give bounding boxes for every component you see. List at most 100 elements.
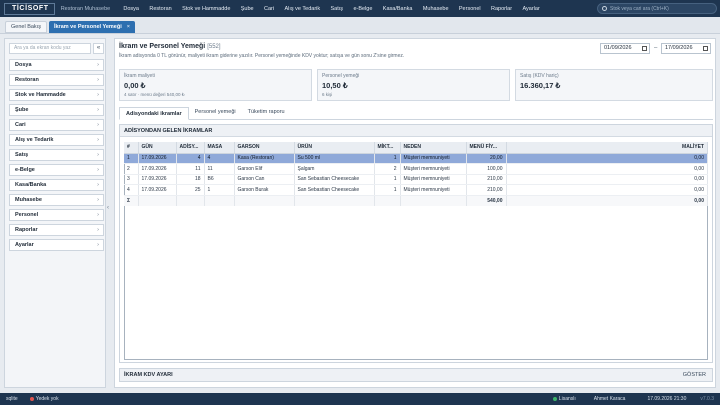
card-value: 10,50 ₺ — [322, 81, 348, 90]
menu-sube[interactable]: Şube — [236, 6, 259, 12]
subtab-personel-yemegi[interactable]: Personel yemeği — [189, 106, 242, 119]
menu-stok[interactable]: Stok ve Hammadde — [177, 6, 236, 12]
menu-kasa[interactable]: Kasa/Banka — [378, 6, 418, 12]
close-icon[interactable]: × — [127, 24, 130, 30]
sidebar-search-input[interactable]: Ara ya da ekran kodu yaz — [9, 43, 91, 54]
global-search-input[interactable]: Stok veya cari ara (Ctrl+K) — [597, 3, 717, 14]
chevron-right-icon: › — [97, 77, 99, 83]
subtab-adisyon-ikramlar[interactable]: Adisyondaki ikramlar — [119, 107, 189, 120]
chevron-right-icon: › — [97, 92, 99, 98]
main-content: İkram ve Personel Yemeği [552] İkram adi… — [114, 38, 716, 388]
sidebar-item-label: e-Belge — [15, 167, 35, 173]
card-label: Satış (KDV hariç) — [520, 73, 559, 79]
kdv-settings-bar[interactable]: İKRAM KDV AYARI GÖSTER — [119, 368, 713, 382]
tab-label: Genel Bakış — [11, 24, 41, 30]
cell-maliyet: 0,00 — [506, 174, 708, 185]
table-row[interactable]: 3 17.09.2026 18 B6 Garson Can San Sebast… — [124, 174, 708, 185]
cell-neden: Müşteri memnuniyeti — [400, 153, 467, 164]
card-label: İkram maliyeti — [124, 73, 155, 79]
cell-masa: B6 — [204, 174, 235, 185]
col-garson[interactable]: GARSON — [234, 142, 295, 154]
menu-personel[interactable]: Personel — [454, 6, 486, 12]
sidebar-item-dosya[interactable]: Dosya › — [9, 59, 104, 71]
col-neden[interactable]: NEDEN — [400, 142, 467, 154]
cell-adisyon: 11 — [176, 163, 205, 175]
total-empty — [294, 194, 375, 206]
chevron-right-icon: › — [97, 167, 99, 173]
col-miktar[interactable]: MİKT... — [374, 142, 401, 154]
cell-maliyet: 0,00 — [506, 153, 708, 164]
sidebar-item-ebelge[interactable]: e-Belge › — [9, 164, 104, 176]
col-adisyon[interactable]: ADİSY... — [176, 142, 205, 154]
calendar-icon[interactable] — [703, 46, 708, 51]
panel-title: ADİSYONDAN GELEN İKRAMLAR — [120, 125, 712, 137]
chevron-right-icon: › — [97, 227, 99, 233]
calendar-icon[interactable] — [642, 46, 647, 51]
chevron-right-icon: › — [97, 212, 99, 218]
date-from-input[interactable]: 01/09/2026 — [600, 43, 650, 54]
kdv-title: İKRAM KDV AYARI — [124, 372, 173, 378]
col-urun[interactable]: ÜRÜN — [294, 142, 375, 154]
menu-restoran[interactable]: Restoran — [144, 6, 177, 12]
col-masa[interactable]: MASA — [204, 142, 235, 154]
menu-ayarlar[interactable]: Ayarlar — [517, 6, 545, 12]
sidebar-item-label: Şube — [15, 107, 29, 113]
date-to-input[interactable]: 17/09/2026 — [661, 43, 711, 54]
sidebar-item-label: Muhasebe — [15, 197, 42, 203]
tab-genel-bakis[interactable]: Genel Bakış — [5, 21, 47, 33]
menu-alis[interactable]: Alış ve Tedarik — [279, 6, 325, 12]
col-gun[interactable]: GÜN — [138, 142, 177, 154]
document-tabs: Genel Bakış İkram ve Personel Yemeği × — [0, 17, 720, 34]
sidebar-item-label: Restoran — [15, 77, 39, 83]
cell-miktar: 1 — [374, 184, 401, 196]
sidebar-item-label: Personel — [15, 212, 39, 218]
chevron-right-icon: › — [97, 242, 99, 248]
menu-raporlar[interactable]: Raporlar — [486, 6, 517, 12]
cell-garson: Garson Can — [234, 174, 295, 185]
chevron-right-icon: › — [97, 137, 99, 143]
screen-code: [552] — [207, 44, 221, 50]
cell-adisyon: 18 — [176, 174, 205, 185]
chevron-right-icon: › — [97, 197, 99, 203]
sidebar-item-stok[interactable]: Stok ve Hammadde › — [9, 89, 104, 101]
table-row[interactable]: 4 17.09.2026 25 1 Garson Burak San Sebas… — [124, 184, 708, 196]
sidebar-item-restoran[interactable]: Restoran › — [9, 74, 104, 86]
menu-ebelge[interactable]: e-Belge — [348, 6, 377, 12]
sidebar-item-muhasebe[interactable]: Muhasebe › — [9, 194, 104, 206]
license-text: Lisanslı — [558, 396, 576, 402]
col-no[interactable]: # — [124, 142, 139, 154]
cell-miktar: 1 — [374, 174, 401, 185]
menu-muhasebe[interactable]: Muhasebe — [418, 6, 454, 12]
sidebar-item-sube[interactable]: Şube › — [9, 104, 104, 116]
tab-ikram-personel[interactable]: İkram ve Personel Yemeği × — [48, 21, 135, 33]
col-menu-fiyat[interactable]: MENÜ FİY... — [466, 142, 507, 154]
sidebar-item-kasa[interactable]: Kasa/Banka › — [9, 179, 104, 191]
subtab-tuketim-raporu[interactable]: Tüketim raporu — [242, 106, 291, 119]
menu-dosya[interactable]: Dosya — [118, 6, 144, 12]
kdv-show-button[interactable]: GÖSTER — [683, 369, 706, 381]
table-row[interactable]: 2 17.09.2026 11 11 Garson Elif Şalgam 2 … — [124, 163, 708, 175]
menu-satis[interactable]: Satış — [325, 6, 348, 12]
sidebar-resize-handle[interactable]: ‹ — [107, 205, 109, 211]
db-status: sqlite — [6, 396, 18, 402]
sidebar-collapse-button[interactable]: « — [93, 43, 104, 54]
sidebar-item-raporlar[interactable]: Raporlar › — [9, 224, 104, 236]
cell-garson: Garson Burak — [234, 184, 295, 196]
table-row[interactable]: 1 17.09.2026 4 4 Kasa (Restoran) Su 500 … — [124, 153, 708, 164]
sidebar-item-satis[interactable]: Satış › — [9, 149, 104, 161]
col-maliyet[interactable]: MALİYET — [506, 142, 708, 154]
total-empty — [138, 194, 177, 206]
sidebar-item-cari[interactable]: Cari › — [9, 119, 104, 131]
card-value: 0,00 ₺ — [124, 81, 146, 90]
sidebar-item-alis[interactable]: Alış ve Tedarik › — [9, 134, 104, 146]
sidebar-item-ayarlar[interactable]: Ayarlar › — [9, 239, 104, 251]
cell-gun: 17.09.2026 — [138, 153, 177, 164]
sidebar-item-personel[interactable]: Personel › — [9, 209, 104, 221]
card-sub: 6 kişi — [322, 92, 333, 97]
menu-cari[interactable]: Cari — [259, 6, 279, 12]
summary-card-personel: Personel yemeği 10,50 ₺ 6 kişi — [317, 69, 510, 101]
date-from-value: 01/09/2026 — [604, 45, 632, 51]
sidebar-item-label: Ayarlar — [15, 242, 34, 248]
total-empty — [234, 194, 295, 206]
cell-menu-fiyat: 210,00 — [466, 174, 507, 185]
